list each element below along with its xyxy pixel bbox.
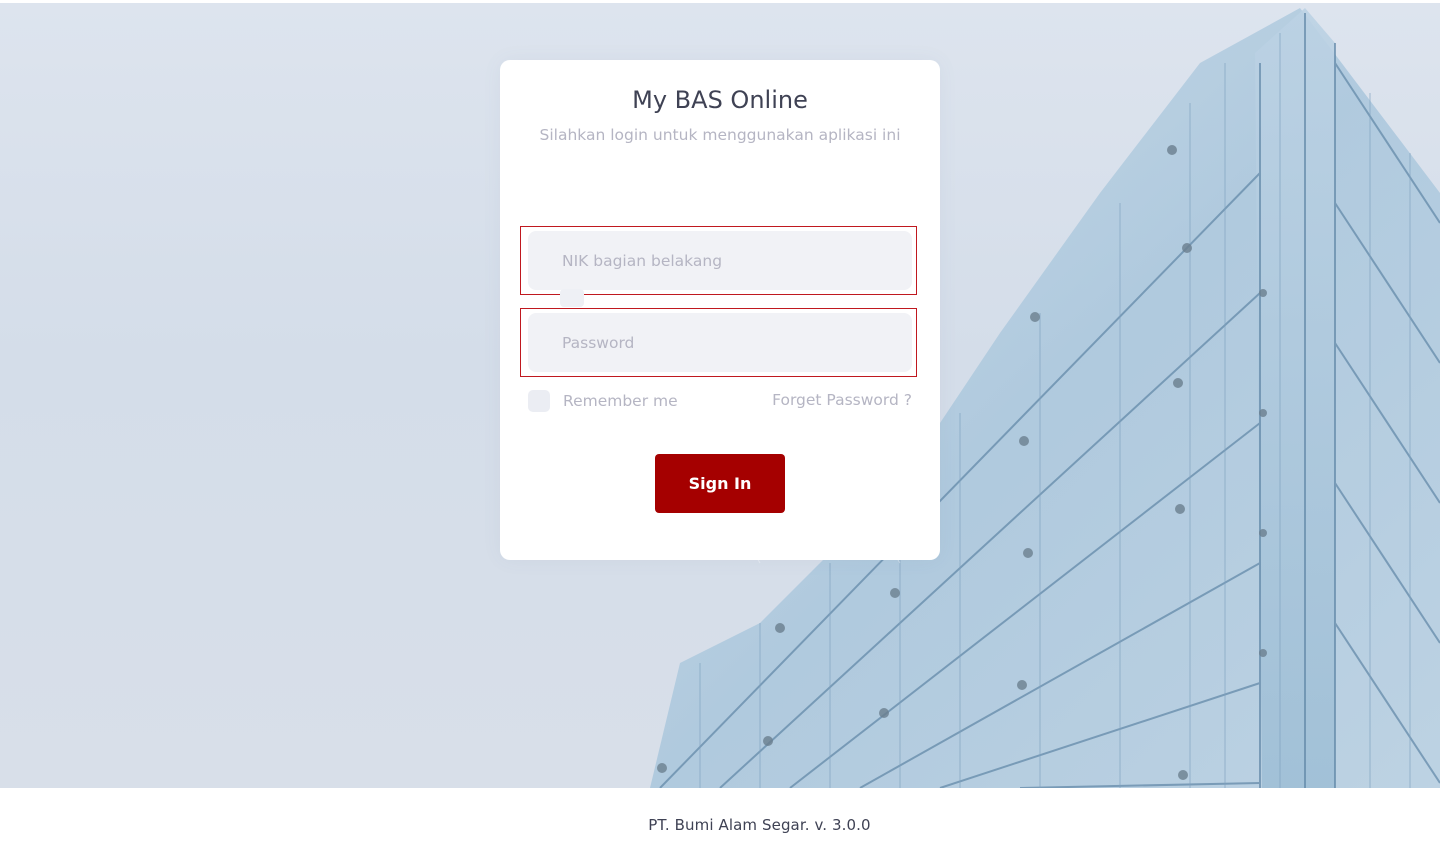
- footer-copyright: PT. Bumi Alam Segar. v. 3.0.0: [648, 816, 871, 834]
- autofill-indicator: [560, 289, 584, 307]
- remember-me-control[interactable]: Remember me: [528, 390, 678, 412]
- footer: PT. Bumi Alam Segar. v. 3.0.0: [0, 788, 1440, 867]
- password-input[interactable]: [528, 313, 912, 372]
- password-field-error-outline: [520, 308, 917, 377]
- login-subtitle: Silahkan login untuk menggunakan aplikas…: [539, 126, 901, 144]
- sign-in-button[interactable]: Sign In: [655, 454, 785, 513]
- nik-input[interactable]: [528, 231, 912, 290]
- nik-field-error-outline: [520, 226, 917, 295]
- remember-me-label: Remember me: [563, 392, 678, 410]
- login-card: My BAS Online Silahkan login untuk mengg…: [500, 60, 940, 560]
- login-page: My BAS Online Silahkan login untuk mengg…: [0, 0, 1440, 867]
- app-title: My BAS Online: [632, 86, 808, 114]
- forget-password-link[interactable]: Forget Password ?: [772, 391, 912, 409]
- remember-me-checkbox[interactable]: [528, 390, 550, 412]
